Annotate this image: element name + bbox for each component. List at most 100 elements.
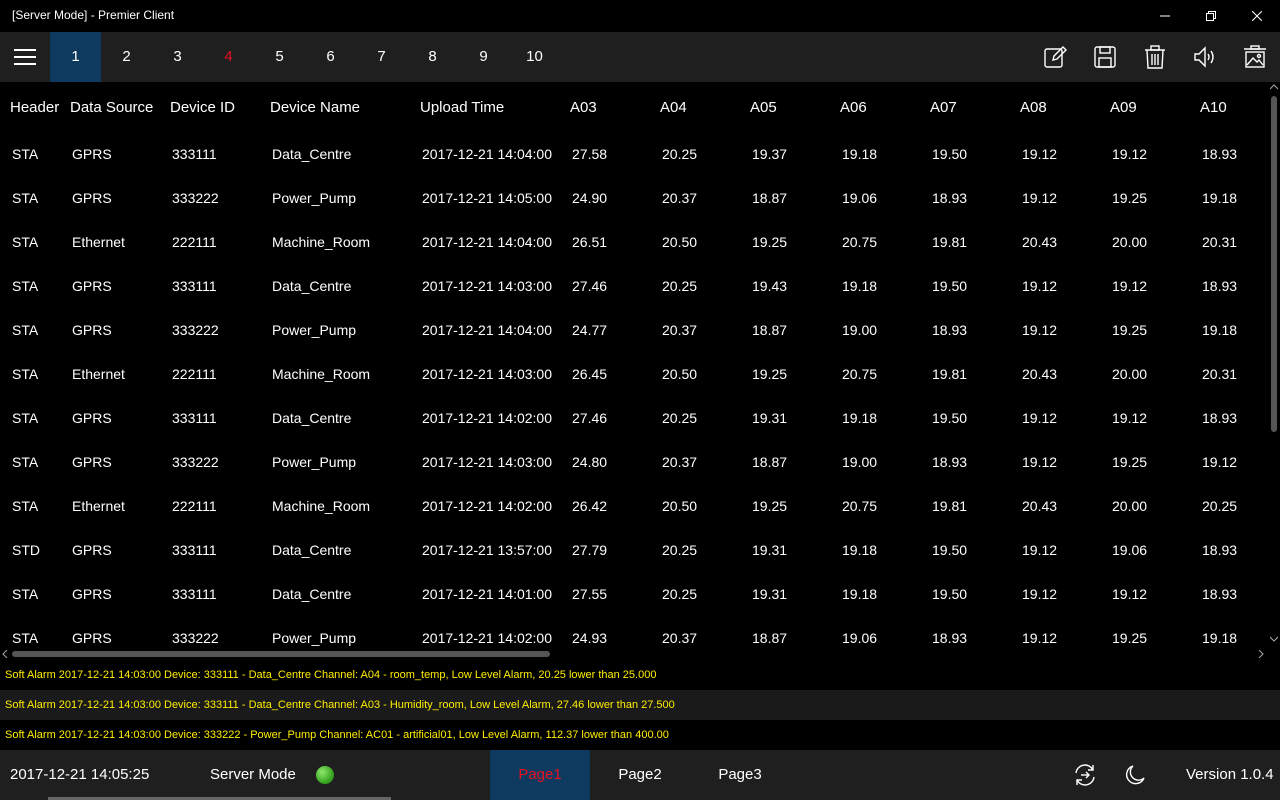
cell-a08: 19.12 bbox=[1022, 586, 1058, 602]
cell-data-source: Ethernet bbox=[72, 366, 125, 382]
scroll-up-icon[interactable] bbox=[1270, 84, 1278, 90]
table-row[interactable]: STA GPRS 333222 Power_Pump 2017-12-21 14:05:… bbox=[0, 190, 1268, 234]
scroll-left-icon[interactable] bbox=[2, 650, 8, 658]
cell-device-id: 333222 bbox=[172, 322, 219, 338]
bottom-tab-page2[interactable]: Page2 bbox=[590, 750, 690, 800]
edit-button[interactable] bbox=[1030, 32, 1080, 82]
bottom-tab-page3[interactable]: Page3 bbox=[690, 750, 790, 800]
page-tab-2[interactable]: 2 bbox=[101, 32, 152, 82]
cell-a07: 18.93 bbox=[932, 190, 968, 206]
column-header-a06[interactable]: A06 bbox=[840, 99, 867, 116]
horizontal-scroll-thumb[interactable] bbox=[12, 651, 550, 657]
cell-upload-time: 2017-12-21 14:02:00 bbox=[422, 630, 552, 646]
cell-a04: 20.25 bbox=[662, 542, 698, 558]
bottom-tab-page1[interactable]: Page1 bbox=[490, 750, 590, 800]
table-row[interactable]: STA GPRS 333111 Data_Centre 2017-12-21 14:02… bbox=[0, 410, 1268, 454]
sync-button[interactable] bbox=[1060, 750, 1110, 800]
cell-device-name: Machine_Room bbox=[272, 234, 371, 250]
cell-device-id: 333111 bbox=[172, 278, 217, 294]
image-trash-icon bbox=[1244, 45, 1266, 68]
menu-button[interactable] bbox=[0, 32, 50, 82]
clear-images-button[interactable] bbox=[1230, 32, 1280, 82]
cell-a06: 20.75 bbox=[842, 234, 878, 250]
column-header-data-source[interactable]: Data Source bbox=[70, 99, 153, 116]
cell-upload-time: 2017-12-21 14:05:00 bbox=[422, 190, 552, 206]
table-row[interactable]: STA GPRS 333111 Data_Centre 2017-12-21 14:03… bbox=[0, 278, 1268, 322]
table-row[interactable]: STA Ethernet 222111 Machine_Room 2017-12-21 … bbox=[0, 234, 1268, 278]
cell-a08: 19.12 bbox=[1022, 278, 1058, 294]
column-header-a03[interactable]: A03 bbox=[570, 99, 597, 116]
cell-a09: 19.12 bbox=[1112, 410, 1148, 426]
cell-a06: 19.06 bbox=[842, 630, 878, 646]
page-tab-6[interactable]: 6 bbox=[305, 32, 356, 82]
column-header-header[interactable]: Header bbox=[10, 99, 59, 116]
current-datetime: 2017-12-21 14:05:25 bbox=[10, 766, 150, 783]
page-tab-1[interactable]: 1 bbox=[50, 32, 101, 82]
cell-a07: 19.81 bbox=[932, 234, 968, 250]
cell-a10: 20.31 bbox=[1202, 234, 1238, 250]
page-tab-9[interactable]: 9 bbox=[458, 32, 509, 82]
cell-a10: 20.25 bbox=[1202, 498, 1238, 514]
cell-data-source: GPRS bbox=[72, 410, 112, 426]
vertical-scroll-thumb[interactable] bbox=[1271, 96, 1277, 432]
column-header-a04[interactable]: A04 bbox=[660, 99, 687, 116]
cell-a09: 19.12 bbox=[1112, 586, 1148, 602]
cell-a04: 20.50 bbox=[662, 234, 698, 250]
title-bar: [Server Mode] - Premier Client bbox=[0, 0, 1280, 32]
page-tab-5[interactable]: 5 bbox=[254, 32, 305, 82]
table-row[interactable]: STA GPRS 333222 Power_Pump 2017-12-21 14:02:… bbox=[0, 630, 1268, 648]
page-tab-7[interactable]: 7 bbox=[356, 32, 407, 82]
mode-label: Server Mode bbox=[210, 766, 296, 783]
restore-button[interactable] bbox=[1188, 0, 1234, 32]
sound-button[interactable] bbox=[1180, 32, 1230, 82]
table-row[interactable]: STA GPRS 333111 Data_Centre 2017-12-21 14:04… bbox=[0, 146, 1268, 190]
table-row[interactable]: STA Ethernet 222111 Machine_Room 2017-12-21 … bbox=[0, 498, 1268, 542]
page-tab-4[interactable]: 4 bbox=[203, 32, 254, 82]
save-button[interactable] bbox=[1080, 32, 1130, 82]
alarm-message: Soft Alarm 2017-12-21 14:03:00 Device: 3… bbox=[0, 720, 1280, 750]
table-row[interactable]: STA GPRS 333222 Power_Pump 2017-12-21 14:04:… bbox=[0, 322, 1268, 366]
column-header-a07[interactable]: A07 bbox=[930, 99, 957, 116]
cell-device-name: Data_Centre bbox=[272, 542, 352, 558]
cell-a04: 20.37 bbox=[662, 630, 698, 646]
table-row[interactable]: STA GPRS 333222 Power_Pump 2017-12-21 14:03:… bbox=[0, 454, 1268, 498]
cell-a10: 18.93 bbox=[1202, 542, 1238, 558]
cell-a06: 19.18 bbox=[842, 278, 878, 294]
table-row[interactable]: STA Ethernet 222111 Machine_Room 2017-12-21 … bbox=[0, 366, 1268, 410]
column-header-a05[interactable]: A05 bbox=[750, 99, 777, 116]
cell-a09: 20.00 bbox=[1112, 234, 1148, 250]
cell-a09: 19.25 bbox=[1112, 630, 1148, 646]
vertical-scrollbar[interactable] bbox=[1268, 82, 1280, 648]
cell-upload-time: 2017-12-21 13:57:00 bbox=[422, 542, 552, 558]
cell-data-source: GPRS bbox=[72, 454, 112, 470]
cell-a08: 19.12 bbox=[1022, 454, 1058, 470]
column-header-a08[interactable]: A08 bbox=[1020, 99, 1047, 116]
table-row[interactable]: STA GPRS 333111 Data_Centre 2017-12-21 14:01… bbox=[0, 586, 1268, 630]
page-tab-3[interactable]: 3 bbox=[152, 32, 203, 82]
cell-data-source: Ethernet bbox=[72, 234, 125, 250]
scroll-right-icon[interactable] bbox=[1258, 650, 1264, 658]
page-tab-8[interactable]: 8 bbox=[407, 32, 458, 82]
cell-upload-time: 2017-12-21 14:04:00 bbox=[422, 322, 552, 338]
cell-a05: 19.25 bbox=[752, 234, 788, 250]
page-tab-10[interactable]: 10 bbox=[509, 32, 560, 82]
column-header-device-name[interactable]: Device Name bbox=[270, 99, 360, 116]
close-button[interactable] bbox=[1234, 0, 1280, 32]
column-header-a10[interactable]: A10 bbox=[1200, 99, 1227, 116]
scroll-down-icon[interactable] bbox=[1270, 636, 1278, 642]
cell-a09: 19.12 bbox=[1112, 146, 1148, 162]
cell-a10: 20.31 bbox=[1202, 366, 1238, 382]
cell-a10: 18.93 bbox=[1202, 586, 1238, 602]
cell-a05: 18.87 bbox=[752, 630, 788, 646]
data-table[interactable]: Header Data Source Device ID Device Name Upl… bbox=[0, 82, 1268, 648]
minimize-button[interactable] bbox=[1142, 0, 1188, 32]
column-header-device-id[interactable]: Device ID bbox=[170, 99, 235, 116]
cell-device-name: Power_Pump bbox=[272, 322, 357, 338]
delete-button[interactable] bbox=[1130, 32, 1180, 82]
cell-a08: 19.12 bbox=[1022, 146, 1058, 162]
column-header-a09[interactable]: A09 bbox=[1110, 99, 1137, 116]
theme-toggle-button[interactable] bbox=[1110, 750, 1160, 800]
horizontal-scrollbar[interactable] bbox=[0, 648, 1280, 660]
table-row[interactable]: STD GPRS 333111 Data_Centre 2017-12-21 13:57… bbox=[0, 542, 1268, 586]
column-header-upload-time[interactable]: Upload Time bbox=[420, 99, 504, 116]
